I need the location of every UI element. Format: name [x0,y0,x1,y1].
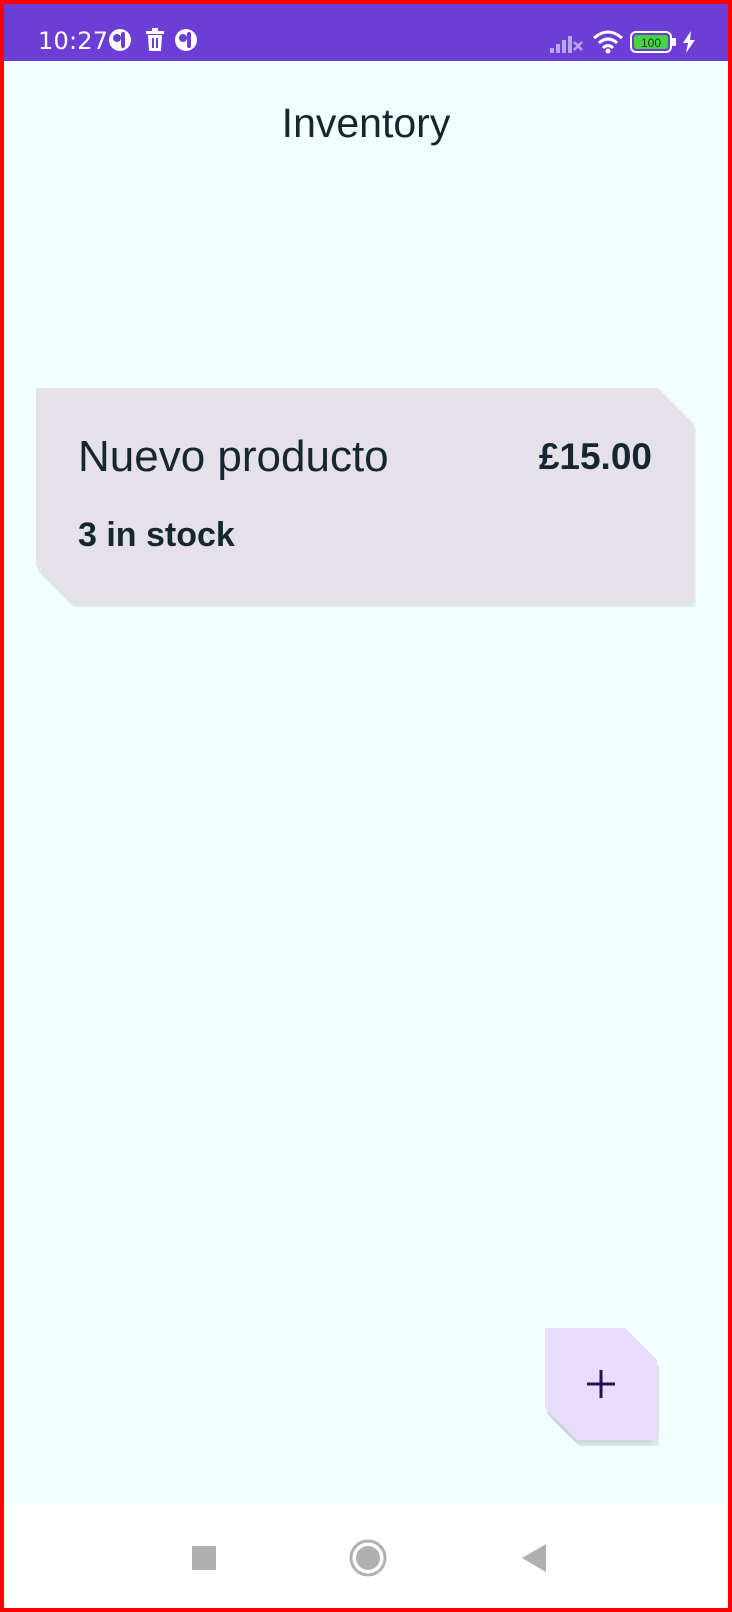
signal-icon [550,36,583,53]
status-time: 10:27 [38,27,109,55]
wifi-icon [593,30,623,54]
notification-dot-icon [175,29,197,51]
item-price: £15.00 [538,436,652,477]
page-title: Inventory [281,100,451,146]
app-screen: 10:27 100 Inventory Nuevo producto £15.0… [0,0,732,1612]
recents-button[interactable] [184,1538,224,1578]
square-icon [192,1546,216,1570]
plus-icon [584,1367,618,1401]
battery-level-text: 100 [641,36,661,50]
navigation-bar [4,1504,728,1608]
back-triangle-icon [522,1544,546,1572]
add-item-button[interactable] [545,1328,657,1440]
inventory-item-card[interactable]: Nuevo producto £15.00 3 in stock [36,388,694,602]
trash-icon [146,28,164,51]
circle-icon [349,1539,387,1577]
status-bar: 10:27 100 [4,4,728,61]
battery-icon: 100 [630,31,676,53]
home-button[interactable] [348,1538,388,1578]
charging-icon [683,31,695,53]
item-stock: 3 in stock [78,516,235,554]
notification-dot-icon [109,29,131,51]
back-button[interactable] [514,1538,554,1578]
item-name: Nuevo producto [78,432,389,481]
